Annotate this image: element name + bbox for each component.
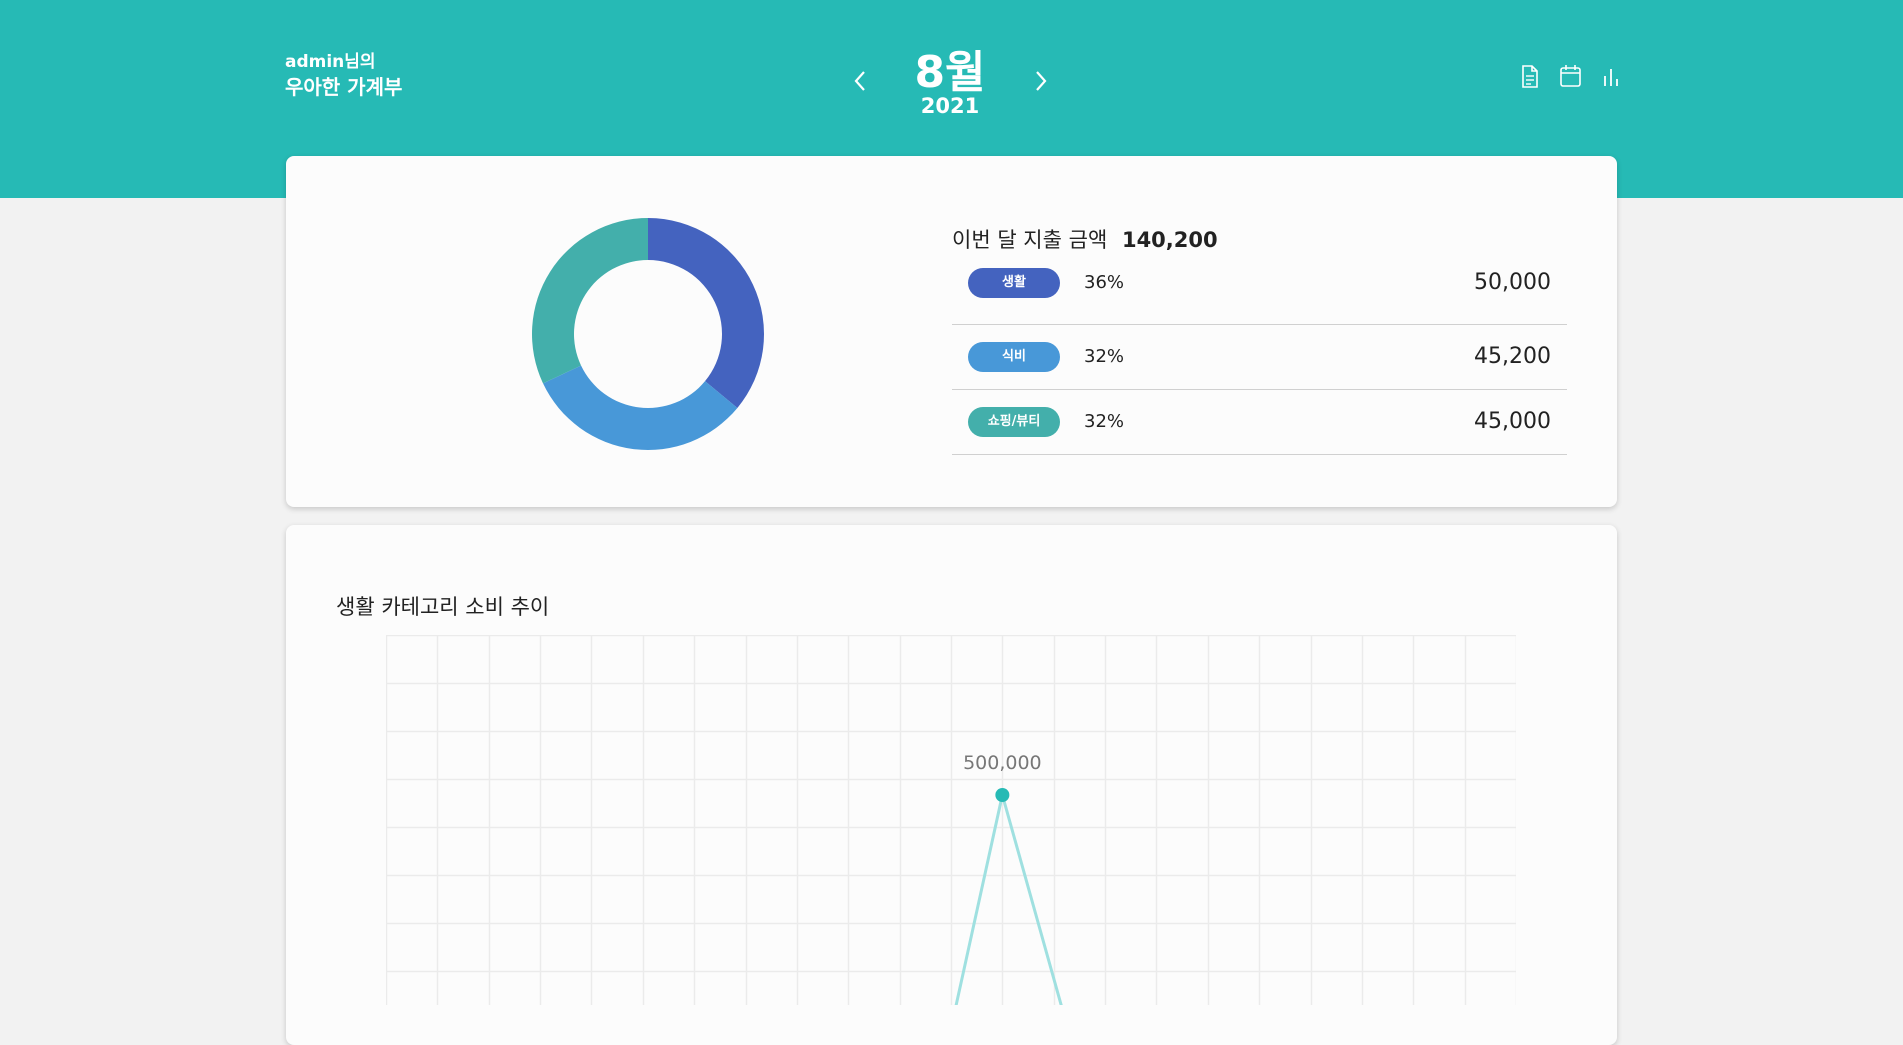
trend-series-line [954,794,1063,1005]
app-title: 우아한 가계부 [285,75,403,100]
user-greeting: admin님의 [285,52,376,72]
monthly-summary-card: 이번 달 지출 금액 140,200 생활 36% 50,000 식비 32% … [286,156,1617,507]
trend-data-label: 500,000 [963,752,1042,774]
bar-chart-icon[interactable] [1596,62,1626,90]
brand: admin님의 우아한 가계부 [285,52,402,100]
category-badge: 식비 [968,342,1060,372]
trend-line-chart: 500,000 [386,635,1516,1005]
chevron-right-icon [1036,71,1047,91]
category-amount: 45,000 [1474,409,1551,434]
view-switcher [1508,62,1626,90]
expense-summary: 이번 달 지출 금액 140,200 생활 36% 50,000 식비 32% … [952,224,1567,455]
category-row[interactable]: 식비 32% 45,200 [952,325,1567,390]
donut-slice-3[interactable] [532,218,648,384]
summary-total: 140,200 [1121,228,1218,252]
category-badge: 쇼핑/뷰티 [968,407,1060,437]
category-row[interactable]: 쇼핑/뷰티 32% 45,000 [952,390,1567,455]
category-percent: 32% [1084,411,1125,432]
calendar-icon[interactable] [1555,62,1585,90]
category-donut-chart [532,218,764,450]
trend-data-point[interactable] [995,788,1010,802]
summary-title: 이번 달 지출 금액 140,200 [952,224,1567,260]
category-amount: 45,200 [1474,344,1551,369]
category-amount: 50,000 [1474,270,1551,295]
document-icon[interactable] [1514,62,1544,90]
donut-slice-1[interactable] [648,218,764,408]
summary-label: 이번 달 지출 금액 [952,228,1108,252]
month-navigator: 8월 2021 [840,36,1060,126]
chart-grid [386,635,1516,1005]
category-badge: 생활 [968,268,1060,298]
category-percent: 36% [1084,272,1125,293]
category-percent: 32% [1084,346,1125,367]
trend-card: 생활 카테고리 소비 추이 500,000 [286,525,1617,1045]
trend-title: 생활 카테고리 소비 추이 [336,595,550,619]
next-month-button[interactable] [1025,66,1055,96]
current-year: 2021 [920,94,980,118]
category-row[interactable]: 생활 36% 50,000 [952,260,1567,325]
